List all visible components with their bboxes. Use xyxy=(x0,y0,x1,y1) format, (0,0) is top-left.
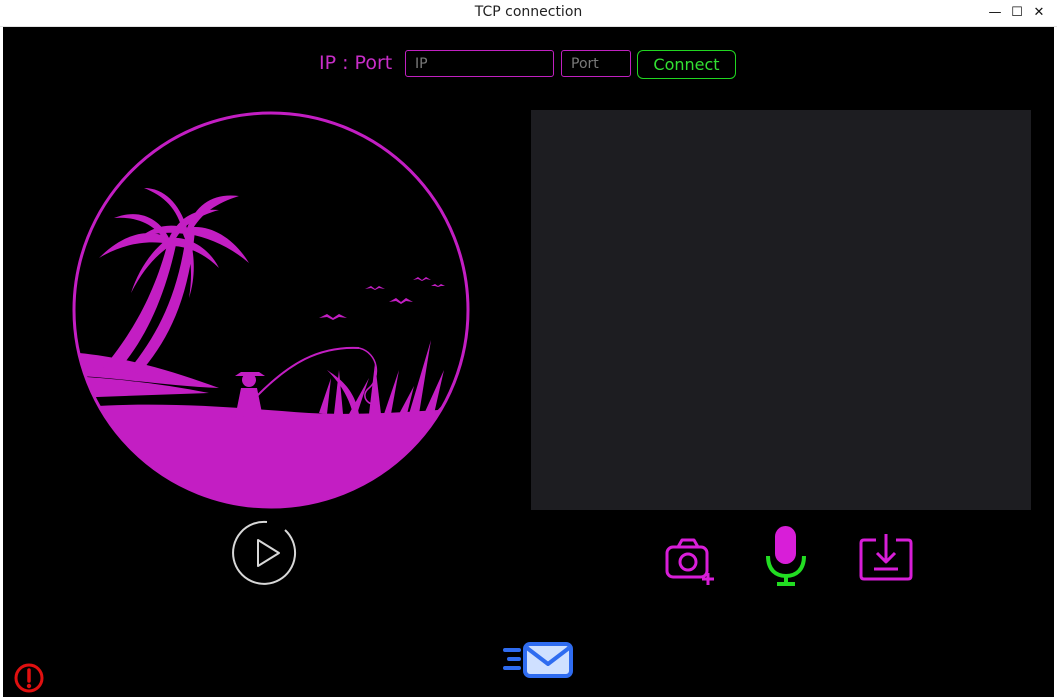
ip-input[interactable] xyxy=(405,50,554,77)
play-button[interactable] xyxy=(231,518,301,588)
camera-add-icon[interactable] xyxy=(664,531,718,587)
ip-port-label: IP : Port xyxy=(319,52,393,74)
window-title: TCP connection xyxy=(474,4,583,20)
app-body: IP : Port Connect xyxy=(3,27,1054,697)
beach-fisherman-illustration xyxy=(72,111,470,509)
alert-circle-icon[interactable] xyxy=(13,662,45,694)
video-panel xyxy=(531,110,1031,510)
connect-button[interactable]: Connect xyxy=(637,50,736,79)
port-input[interactable] xyxy=(561,50,631,77)
microphone-icon[interactable] xyxy=(765,524,807,586)
send-mail-button[interactable] xyxy=(503,640,575,680)
download-icon[interactable] xyxy=(858,532,914,582)
window-titlebar: TCP connection — ☐ ✕ xyxy=(0,0,1057,27)
close-icon[interactable]: ✕ xyxy=(1031,5,1047,21)
minimize-icon[interactable]: — xyxy=(987,5,1003,21)
maximize-icon[interactable]: ☐ xyxy=(1009,5,1025,21)
